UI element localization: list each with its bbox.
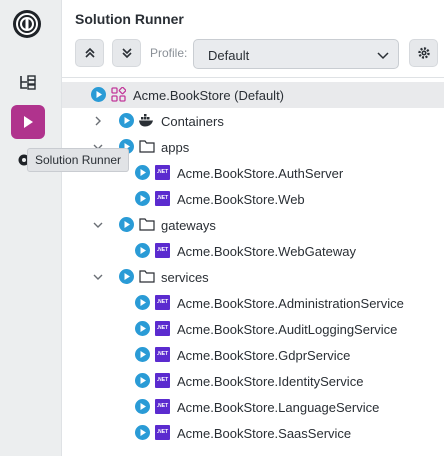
play-icon[interactable] [135, 347, 150, 362]
tree-row-project[interactable]: .NET Acme.BookStore.LanguageService [62, 394, 444, 420]
tree-row-project[interactable]: .NET Acme.BookStore.GdprService [62, 342, 444, 368]
tree-row-project[interactable]: .NET Acme.BookStore.IdentityService [62, 368, 444, 394]
dotnet-icon: .NET [155, 425, 170, 440]
settings-button[interactable] [409, 39, 438, 67]
tree-row-label: Acme.BookStore.IdentityService [177, 374, 364, 389]
tree-row-solution[interactable]: Acme.BookStore (Default) [62, 82, 444, 108]
panel-title: Solution Runner [75, 11, 184, 27]
tree-row-label: Containers [161, 114, 224, 129]
dotnet-icon: .NET [155, 191, 170, 206]
tree-row-label: services [161, 270, 209, 285]
tree-row-label: Acme.BookStore.AuthServer [177, 166, 344, 181]
tree-row-project[interactable]: .NET Acme.BookStore.AuditLoggingService [62, 316, 444, 342]
tree-row-label: Acme.BookStore.LanguageService [177, 400, 380, 415]
toolbar-divider [62, 77, 444, 78]
expand-all-button[interactable] [112, 39, 141, 67]
profile-label: Profile: [150, 46, 188, 60]
tree-row-label: Acme.BookStore (Default) [133, 88, 285, 103]
chevrons-down-icon [121, 48, 132, 59]
chevron-down-icon[interactable] [92, 271, 104, 283]
chevron-right-icon[interactable] [92, 115, 104, 127]
dotnet-icon: .NET [155, 399, 170, 414]
dotnet-icon: .NET [155, 373, 170, 388]
play-icon[interactable] [135, 243, 150, 258]
play-icon [24, 116, 33, 128]
docker-icon [139, 114, 153, 127]
tree-row-gateways-folder[interactable]: gateways [62, 212, 444, 238]
tree-row-label: Acme.BookStore.SaasService [177, 426, 352, 441]
chevrons-up-icon [84, 47, 95, 58]
tree-row-containers[interactable]: Containers [62, 108, 444, 134]
tree-row-project[interactable]: .NET Acme.BookStore.WebGateway [62, 238, 444, 264]
play-icon[interactable] [135, 321, 150, 336]
folder-icon [139, 270, 155, 283]
play-icon[interactable] [91, 87, 106, 102]
solution-runner-panel: Solution Runner Profile: Default Acme.Bo… [61, 0, 444, 456]
tree-row-label: Acme.BookStore.Web [177, 192, 305, 207]
play-icon[interactable] [135, 165, 150, 180]
tooltip: Solution Runner [27, 148, 130, 172]
tree-row-label: apps [161, 140, 190, 155]
play-icon[interactable] [135, 191, 150, 206]
solution-runner-button[interactable] [11, 105, 45, 139]
chevron-down-icon[interactable] [92, 219, 104, 231]
dotnet-icon: .NET [155, 165, 170, 180]
solution-explorer-button[interactable] [11, 66, 45, 100]
tree-row-label: Acme.BookStore.WebGateway [177, 244, 356, 259]
dotnet-icon: .NET [155, 321, 170, 336]
play-icon[interactable] [119, 217, 134, 232]
play-icon[interactable] [135, 373, 150, 388]
play-icon[interactable] [135, 399, 150, 414]
profile-select-value: Default [208, 48, 250, 63]
tree-row-project[interactable]: .NET Acme.BookStore.AdministrationServic… [62, 290, 444, 316]
chevron-down-icon [377, 52, 389, 60]
activity-rail [0, 0, 56, 456]
tree-row-project[interactable]: .NET Acme.BookStore.SaasService [62, 420, 444, 446]
play-icon[interactable] [119, 113, 134, 128]
dotnet-icon: .NET [155, 295, 170, 310]
gear-icon [417, 47, 430, 59]
play-icon[interactable] [135, 295, 150, 310]
dotnet-icon: .NET [155, 243, 170, 258]
collapse-all-button[interactable] [75, 39, 104, 67]
play-icon[interactable] [119, 269, 134, 284]
tree-row-label: Acme.BookStore.AdministrationService [177, 296, 404, 311]
play-icon[interactable] [135, 425, 150, 440]
tree-structure-icon [20, 75, 36, 90]
folder-icon [139, 140, 155, 153]
folder-icon [139, 218, 155, 231]
app-logo[interactable] [12, 9, 42, 39]
solution-icon [111, 87, 126, 102]
tree-row-label: gateways [161, 218, 216, 233]
tree-row-services-folder[interactable]: services [62, 264, 444, 290]
tree-row-label: Acme.BookStore.AuditLoggingService [177, 322, 398, 337]
tree-row-label: Acme.BookStore.GdprService [177, 348, 351, 363]
tree-row-project[interactable]: .NET Acme.BookStore.Web [62, 186, 444, 212]
dotnet-icon: .NET [155, 347, 170, 362]
profile-select[interactable]: Default [193, 39, 399, 69]
